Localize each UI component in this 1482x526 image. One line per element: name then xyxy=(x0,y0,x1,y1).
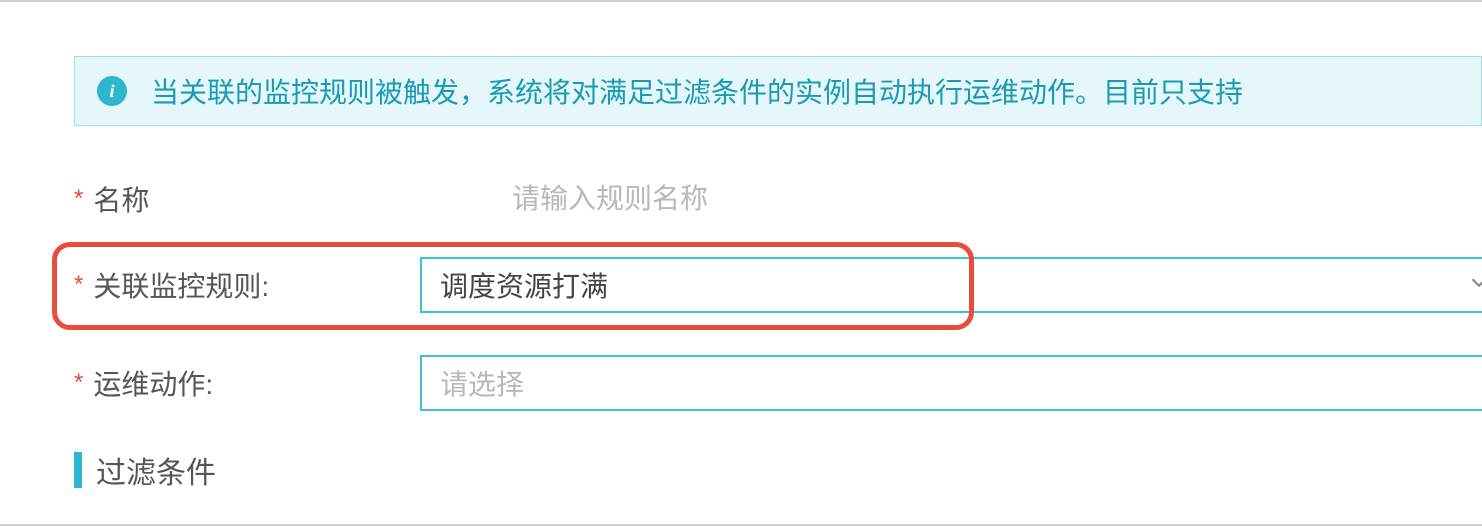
form-row-monitor-rule: * 关联监控规则: 调度资源打满 xyxy=(74,256,1482,314)
form-row-ops-action: * 运维动作: 请选择 xyxy=(74,354,1482,412)
form-row-name: * 名称 xyxy=(74,170,1482,228)
section-header-filter: 过滤条件 xyxy=(74,448,1482,492)
label-monitor-rule: 关联监控规则: xyxy=(93,265,269,305)
required-star-icon: * xyxy=(74,271,83,299)
section-title-filter: 过滤条件 xyxy=(96,448,216,492)
label-name: 名称 xyxy=(93,179,149,219)
ops-action-select[interactable]: 请选择 xyxy=(420,355,1482,411)
label-ops-action: 运维动作: xyxy=(93,363,213,403)
info-banner-text: 当关联的监控规则被触发，系统将对满足过滤条件的实例自动执行运维动作。目前只支持 xyxy=(151,71,1243,111)
info-icon: i xyxy=(97,76,127,106)
required-star-icon: * xyxy=(74,369,83,397)
monitor-rule-select[interactable]: 调度资源打满 xyxy=(420,257,1482,313)
monitor-rule-value: 调度资源打满 xyxy=(440,265,1464,305)
label-wrap-monitor: * 关联监控规则: xyxy=(74,265,420,305)
info-banner: i 当关联的监控规则被触发，系统将对满足过滤条件的实例自动执行运维动作。目前只支… xyxy=(74,56,1482,126)
required-star-icon: * xyxy=(74,185,83,213)
section-accent-bar xyxy=(74,452,82,488)
chevron-down-icon xyxy=(1466,270,1482,301)
name-input[interactable] xyxy=(494,171,1482,227)
ops-action-placeholder: 请选择 xyxy=(440,363,1464,403)
label-wrap-name: * 名称 xyxy=(74,179,494,219)
label-wrap-ops: * 运维动作: xyxy=(74,363,420,403)
form-container: i 当关联的监控规则被触发，系统将对满足过滤条件的实例自动执行运维动作。目前只支… xyxy=(0,0,1482,492)
